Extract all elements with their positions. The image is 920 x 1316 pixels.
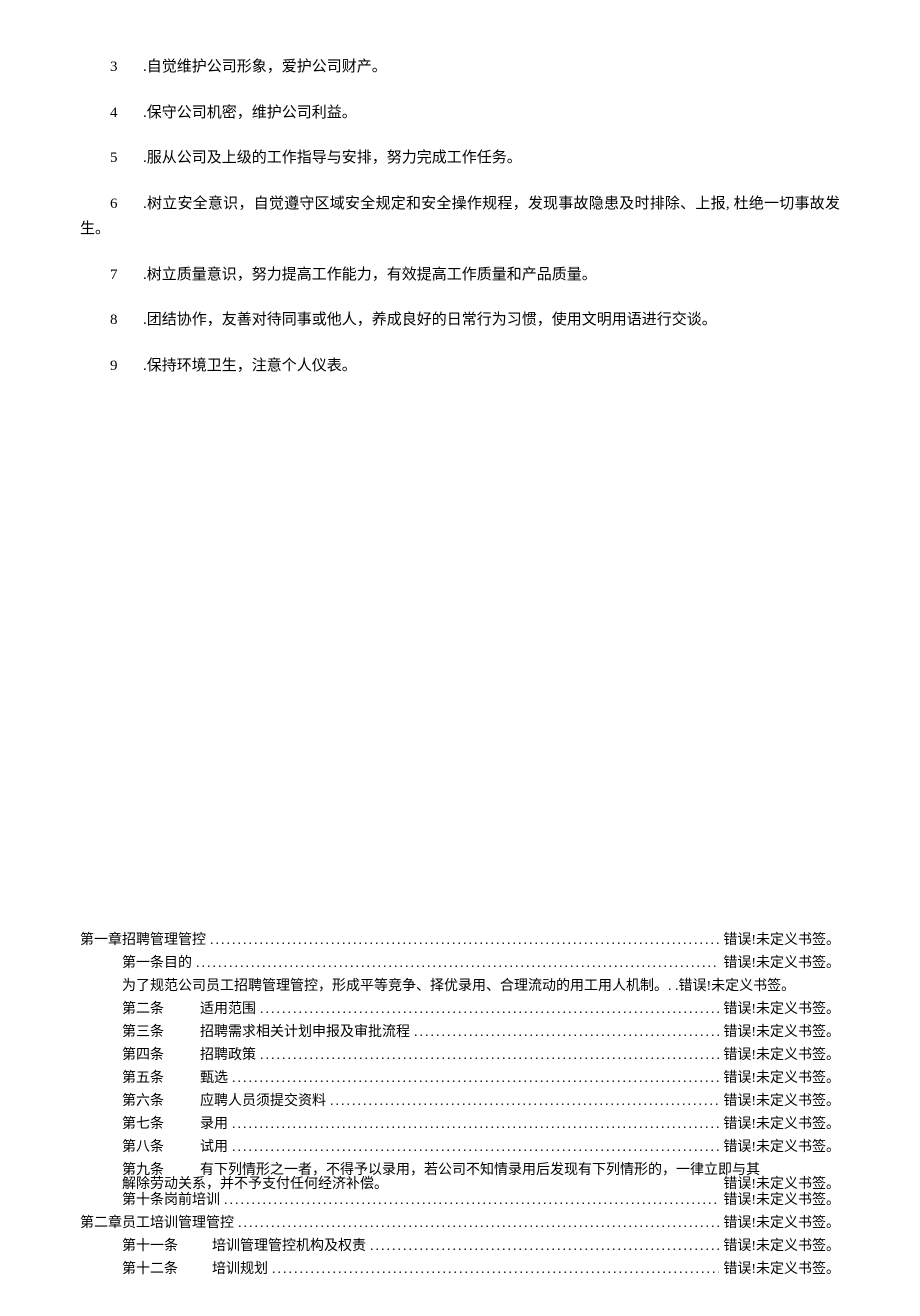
toc-leader-dots [268, 1263, 723, 1277]
rule-item: 3.自觉维护公司形象，爱护公司财产。 [80, 55, 840, 81]
toc-label: 录用 [200, 1118, 228, 1132]
toc-page-ref: 错误!未定义书签。 [723, 1026, 840, 1040]
toc-leader-dots [192, 957, 723, 971]
toc-label: 招聘政策 [200, 1049, 256, 1063]
toc-leader-dots [228, 1118, 723, 1132]
table-of-contents: 第一章招聘管理管控 错误!未定义书签。 第一条目的 错误!未定义书签。 为了规范… [80, 934, 840, 1277]
rule-item: 7.树立质量意识，努力提高工作能力，有效提高工作质量和产品质量。 [80, 263, 840, 289]
toc-item: 第四条 招聘政策 错误!未定义书签。 [80, 1049, 840, 1063]
rule-number: 3 [110, 55, 143, 81]
rule-item: 5.服从公司及上级的工作指导与安排，努力完成工作任务。 [80, 146, 840, 172]
toc-lead: 第八条 [122, 1141, 200, 1155]
rule-item: 4.保守公司机密，维护公司利益。 [80, 101, 840, 127]
toc-page-ref: 错误!未定义书签。 [723, 1194, 840, 1208]
toc-leader-dots [220, 1194, 723, 1208]
rule-item: 6.树立安全意识，自觉遵守区域安全规定和安全操作规程，发现事故隐患及时排除、上报… [80, 192, 840, 243]
rules-list: 3.自觉维护公司形象，爱护公司财产。 4.保守公司机密，维护公司利益。 5.服从… [80, 55, 840, 379]
toc-leader-dots [228, 1141, 723, 1155]
toc-page-ref: 错误!未定义书签。 [723, 1217, 840, 1231]
toc-leader-dots [326, 1095, 723, 1109]
toc-lead: 第七条 [122, 1118, 200, 1132]
rule-number: 4 [110, 101, 143, 127]
toc-item: 第五条 甄选 错误!未定义书签。 [80, 1072, 840, 1086]
toc-leader-dots [206, 934, 723, 948]
toc-label: 培训管理管控机构及权责 [212, 1240, 366, 1254]
toc-leader-dots [228, 1072, 723, 1086]
rule-number: 9 [110, 354, 143, 380]
toc-lead: 第三条 [122, 1026, 200, 1040]
rule-text: .团结协作，友善对待同事或他人，养成良好的日常行为习惯，使用文明用语进行交谈。 [143, 312, 717, 328]
document-page: 3.自觉维护公司形象，爱护公司财产。 4.保守公司机密，维护公司利益。 5.服从… [0, 0, 920, 1316]
toc-page-ref: 错误!未定义书签。 [723, 1141, 840, 1155]
rule-text: .树立安全意识，自觉遵守区域安全规定和安全操作规程，发现事故隐患及时排除、上报,… [80, 196, 840, 238]
toc-page-ref: 错误!未定义书签。 [723, 934, 840, 948]
toc-item: 第七条 录用 错误!未定义书签。 [80, 1118, 840, 1132]
toc-page-ref: 错误!未定义书签。 [723, 1178, 840, 1192]
toc-page-ref: 错误!未定义书签。 [723, 1118, 840, 1132]
toc-page-ref: 错误!未定义书签。 [723, 957, 840, 971]
toc-page-ref: 错误!未定义书签。 [723, 1095, 840, 1109]
rule-text: .保守公司机密，维护公司利益。 [143, 105, 357, 121]
toc-item: 第二条 适用范围 错误!未定义书签。 [80, 1003, 840, 1017]
toc-label: 应聘人员须提交资料 [200, 1095, 326, 1109]
toc-leader-dots [256, 1003, 723, 1017]
rule-item: 8.团结协作，友善对待同事或他人，养成良好的日常行为习惯，使用文明用语进行交谈。 [80, 308, 840, 334]
toc-label-cont: 解除劳动关系，并不予支付任何经济补偿。 [122, 1178, 388, 1192]
toc-label: 第二章员工培训管理管控 [80, 1217, 234, 1231]
toc-page-ref: 错误!未定义书签。 [723, 1003, 840, 1017]
toc-page-ref: 错误!未定义书签。 [723, 1263, 840, 1277]
toc-item: 第十一条 培训管理管控机构及权责 错误!未定义书签。 [80, 1240, 840, 1254]
toc-lead: 第四条 [122, 1049, 200, 1063]
toc-page-ref: 错误!未定义书签。 [723, 1240, 840, 1254]
toc-page-ref: 错误!未定义书签。 [679, 980, 796, 994]
toc-leader-dots [256, 1049, 723, 1063]
toc-chapter-heading: 第一章招聘管理管控 错误!未定义书签。 [80, 934, 840, 948]
toc-label: 第一章招聘管理管控 [80, 934, 206, 948]
toc-item: 第八条 试用 错误!未定义书签。 [80, 1141, 840, 1155]
toc-page-ref: 错误!未定义书签。 [723, 1049, 840, 1063]
rule-text: .树立质量意识，努力提高工作能力，有效提高工作质量和产品质量。 [143, 267, 597, 283]
toc-item: 为了规范公司员工招聘管理管控，形成平等竞争、择优录用、合理流动的用工用人机制。.… [80, 980, 840, 994]
toc-item: 第十二条 培训规划 错误!未定义书签。 [80, 1263, 840, 1277]
toc-chapter-heading: 第二章员工培训管理管控 错误!未定义书签。 [80, 1217, 840, 1231]
toc-label: 有下列情形之一者，不得予以录用，若公司不知情录用后发现有下列情形的，一律立即与其 [200, 1164, 760, 1178]
rule-text: .自觉维护公司形象，爱护公司财产。 [143, 59, 387, 75]
toc-lead: 第十条岗前培训 [122, 1194, 220, 1208]
toc-leader-dots [410, 1026, 723, 1040]
toc-lead: 第二条 [122, 1003, 200, 1017]
toc-label: 适用范围 [200, 1003, 256, 1017]
toc-leader-dots [234, 1217, 723, 1231]
toc-page-ref: 错误!未定义书签。 [723, 1072, 840, 1086]
toc-item: 第三条 招聘需求相关计划申报及审批流程 错误!未定义书签。 [80, 1026, 840, 1040]
toc-label: 招聘需求相关计划申报及审批流程 [200, 1026, 410, 1040]
toc-lead: 第一条目的 [122, 957, 192, 971]
rule-number: 6 [110, 192, 143, 218]
toc-item: 第一条目的 错误!未定义书签。 [80, 957, 840, 971]
rule-number: 8 [110, 308, 143, 334]
toc-label: 培训规划 [212, 1263, 268, 1277]
toc-lead: 第十一条 [122, 1240, 212, 1254]
toc-lead: 第十二条 [122, 1263, 212, 1277]
rule-text: .保持环境卫生，注意个人仪表。 [143, 358, 357, 374]
toc-lead: 第九条 [122, 1164, 200, 1178]
toc-label: 为了规范公司员工招聘管理管控，形成平等竞争、择优录用、合理流动的用工用人机制。.… [122, 980, 679, 994]
rule-item: 9.保持环境卫生，注意个人仪表。 [80, 354, 840, 380]
toc-leader-dots [366, 1240, 723, 1254]
toc-label: 甄选 [200, 1072, 228, 1086]
toc-item: 第十条岗前培训 错误!未定义书签。 [80, 1194, 840, 1208]
rule-text: .服从公司及上级的工作指导与安排，努力完成工作任务。 [143, 150, 522, 166]
rule-number: 5 [110, 146, 143, 172]
toc-item: 第六条 应聘人员须提交资料 错误!未定义书签。 [80, 1095, 840, 1109]
rule-number: 7 [110, 263, 143, 289]
toc-item-multiline: 第九条 有下列情形之一者，不得予以录用，若公司不知情录用后发现有下列情形的，一律… [80, 1164, 840, 1192]
toc-lead: 第五条 [122, 1072, 200, 1086]
toc-lead: 第六条 [122, 1095, 200, 1109]
toc-label: 试用 [200, 1141, 228, 1155]
